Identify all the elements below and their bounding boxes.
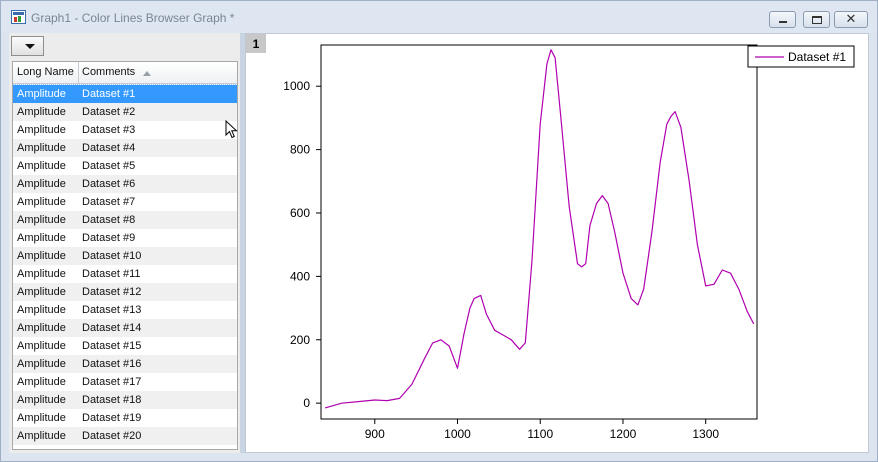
table-row[interactable]: Amplitude Dataset #15 [13, 337, 237, 355]
graph-window-icon [11, 10, 26, 24]
table-row[interactable]: Amplitude Dataset #5 [13, 157, 237, 175]
cell-long-name: Amplitude [17, 376, 66, 388]
browser-panel: Long Name Comments Amplitude Dataset #1 Am… [9, 33, 240, 453]
table-row[interactable]: Amplitude Dataset #2 [13, 103, 237, 121]
y-tick-label: 400 [290, 269, 310, 283]
minimize-icon [779, 21, 787, 23]
dataset-list[interactable]: Long Name Comments Amplitude Dataset #1 Am… [12, 61, 238, 450]
table-row[interactable]: Amplitude Dataset #20 [13, 427, 237, 445]
legend-label: Dataset #1 [788, 50, 846, 64]
y-tick-label: 800 [290, 143, 310, 157]
cell-comment: Dataset #9 [82, 232, 136, 244]
cell-comment: Dataset #19 [82, 412, 142, 424]
list-rows: Amplitude Dataset #1 Amplitude Dataset #2 Am… [13, 84, 237, 445]
cell-comment: Dataset #1 [82, 88, 136, 100]
y-tick-label: 0 [303, 396, 310, 410]
cell-long-name: Amplitude [17, 250, 66, 262]
graph-page[interactable]: 1 900 1000 1100 1200 1300 0 200 400 600 800 1000 Da… [245, 33, 869, 453]
cell-comment: Dataset #15 [82, 340, 142, 352]
x-tick-label: 1300 [692, 427, 719, 441]
cell-long-name: Amplitude [17, 88, 66, 100]
series-line-dataset-1 [324, 49, 755, 409]
window-title: Graph1 - Color Lines Browser Graph * [31, 11, 235, 25]
table-row[interactable]: Amplitude Dataset #11 [13, 265, 237, 283]
cell-comment: Dataset #6 [82, 178, 136, 190]
cell-comment: Dataset #16 [82, 358, 142, 370]
x-tick-label: 900 [365, 427, 385, 441]
cell-comment: Dataset #14 [82, 322, 142, 334]
column-header-comments[interactable]: Comments [79, 62, 237, 84]
cell-long-name: Amplitude [17, 106, 66, 118]
cell-long-name: Amplitude [17, 214, 66, 226]
close-button[interactable]: ✕ [834, 11, 868, 28]
table-row[interactable]: Amplitude Dataset #13 [13, 301, 237, 319]
cell-long-name: Amplitude [17, 394, 66, 406]
table-row[interactable]: Amplitude Dataset #6 [13, 175, 237, 193]
table-row[interactable]: Amplitude Dataset #10 [13, 247, 237, 265]
y-tick-label: 200 [290, 333, 310, 347]
x-tick-label: 1100 [527, 427, 553, 441]
cell-long-name: Amplitude [17, 340, 66, 352]
table-row[interactable]: Amplitude Dataset #3 [13, 121, 237, 139]
mouse-pointer-icon [225, 120, 238, 139]
plot-layer[interactable]: 900 1000 1100 1200 1300 0 200 400 600 800 1000 Data… [246, 34, 868, 452]
cell-long-name: Amplitude [17, 286, 66, 298]
table-row[interactable]: Amplitude Dataset #14 [13, 319, 237, 337]
cell-long-name: Amplitude [17, 304, 66, 316]
cell-comment: Dataset #10 [82, 250, 142, 262]
cell-long-name: Amplitude [17, 142, 66, 154]
cell-comment: Dataset #17 [82, 376, 142, 388]
cell-comment: Dataset #8 [82, 214, 136, 226]
close-icon: ✕ [845, 11, 857, 26]
table-row[interactable]: Amplitude Dataset #8 [13, 211, 237, 229]
cell-long-name: Amplitude [17, 196, 66, 208]
cell-comment: Dataset #12 [82, 286, 142, 298]
maximize-button[interactable] [803, 11, 830, 28]
cell-comment: Dataset #7 [82, 196, 136, 208]
browser-options-dropdown[interactable] [11, 36, 44, 56]
cell-comment: Dataset #2 [82, 106, 136, 118]
cell-long-name: Amplitude [17, 160, 66, 172]
y-tick-label: 600 [290, 206, 310, 220]
chevron-down-icon [25, 44, 35, 49]
y-tick-label: 1000 [283, 79, 310, 93]
cell-comment: Dataset #20 [82, 430, 142, 442]
x-tick-label: 1200 [610, 427, 637, 441]
table-row[interactable]: Amplitude Dataset #4 [13, 139, 237, 157]
cell-comment: Dataset #18 [82, 394, 142, 406]
cell-comment: Dataset #5 [82, 160, 136, 172]
column-header-comments-label: Comments [82, 66, 136, 78]
x-tick-label: 1000 [444, 427, 471, 441]
cell-long-name: Amplitude [17, 358, 66, 370]
table-row[interactable]: Amplitude Dataset #17 [13, 373, 237, 391]
table-row[interactable]: Amplitude Dataset #19 [13, 409, 237, 427]
table-row[interactable]: Amplitude Dataset #16 [13, 355, 237, 373]
cell-comment: Dataset #13 [82, 304, 142, 316]
table-row[interactable]: Amplitude Dataset #18 [13, 391, 237, 409]
maximize-icon [812, 16, 822, 24]
table-row[interactable]: Amplitude Dataset #1 [13, 84, 237, 104]
table-row[interactable]: Amplitude Dataset #12 [13, 283, 237, 301]
cell-long-name: Amplitude [17, 412, 66, 424]
cell-long-name: Amplitude [17, 430, 66, 442]
cell-comment: Dataset #3 [82, 124, 136, 136]
cell-long-name: Amplitude [17, 268, 66, 280]
cell-long-name: Amplitude [17, 124, 66, 136]
cell-long-name: Amplitude [17, 178, 66, 190]
cell-long-name: Amplitude [17, 232, 66, 244]
minimize-button[interactable] [769, 11, 796, 28]
table-row[interactable]: Amplitude Dataset #9 [13, 229, 237, 247]
sort-ascending-icon [143, 71, 151, 76]
plot-frame [320, 44, 758, 420]
list-header: Long Name Comments [13, 62, 237, 84]
graph-window: Graph1 - Color Lines Browser Graph * ✕ L… [0, 0, 878, 462]
title-bar[interactable]: Graph1 - Color Lines Browser Graph * ✕ [1, 1, 877, 33]
table-row[interactable]: Amplitude Dataset #7 [13, 193, 237, 211]
cell-comment: Dataset #11 [82, 268, 141, 280]
cell-comment: Dataset #4 [82, 142, 136, 154]
column-header-long-name[interactable]: Long Name [13, 62, 79, 84]
cell-long-name: Amplitude [17, 322, 66, 334]
